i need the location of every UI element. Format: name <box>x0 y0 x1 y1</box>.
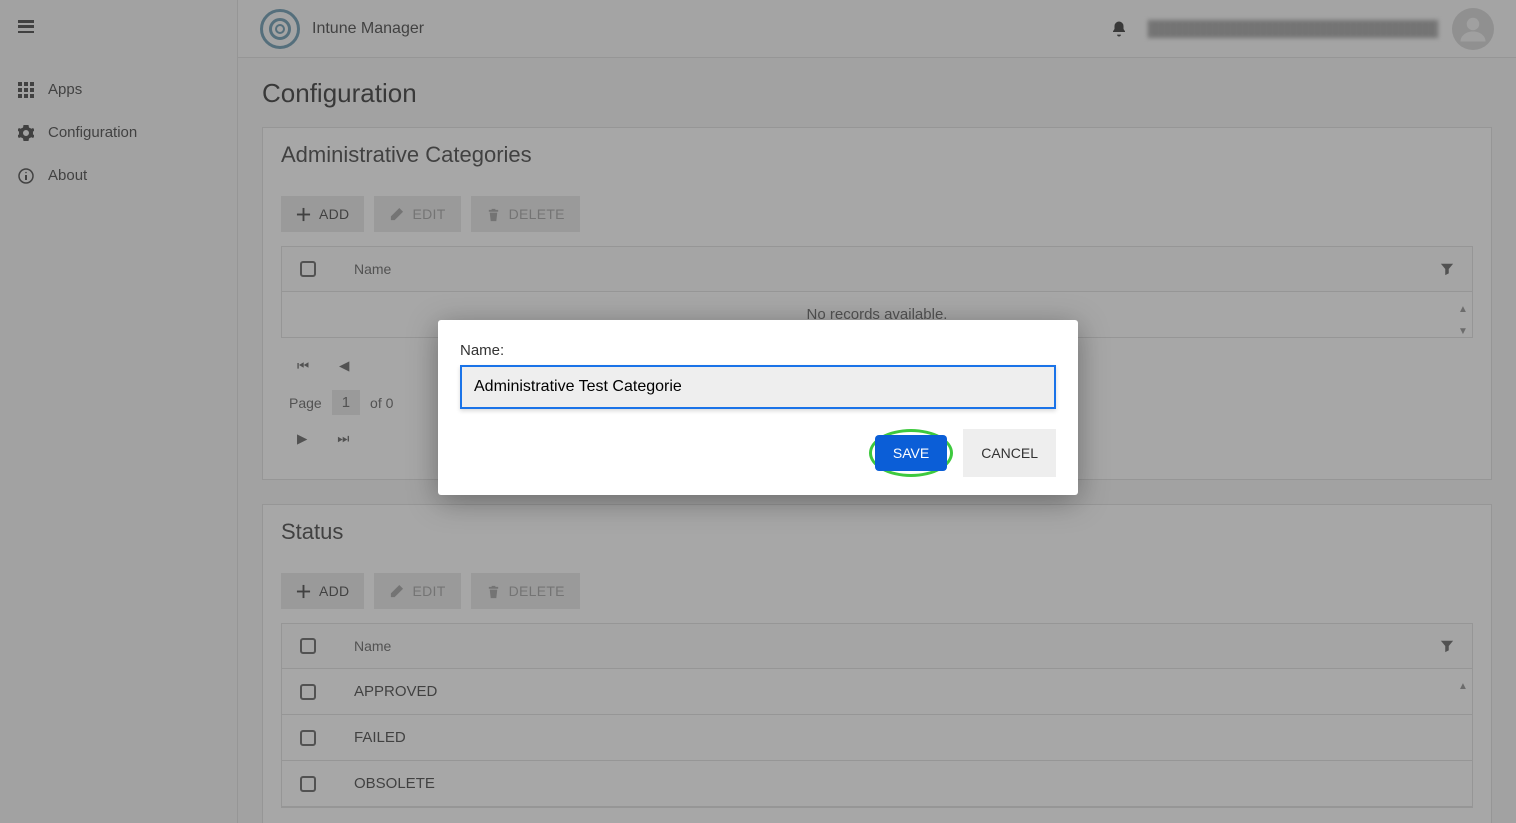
modal-overlay[interactable]: Name: SAVE CANCEL <box>0 0 1516 823</box>
save-highlight: SAVE <box>869 429 953 477</box>
add-category-dialog: Name: SAVE CANCEL <box>438 320 1078 495</box>
name-label: Name: <box>460 342 1056 359</box>
cancel-button[interactable]: CANCEL <box>963 429 1056 477</box>
name-input[interactable] <box>460 365 1056 409</box>
save-button[interactable]: SAVE <box>875 435 947 471</box>
